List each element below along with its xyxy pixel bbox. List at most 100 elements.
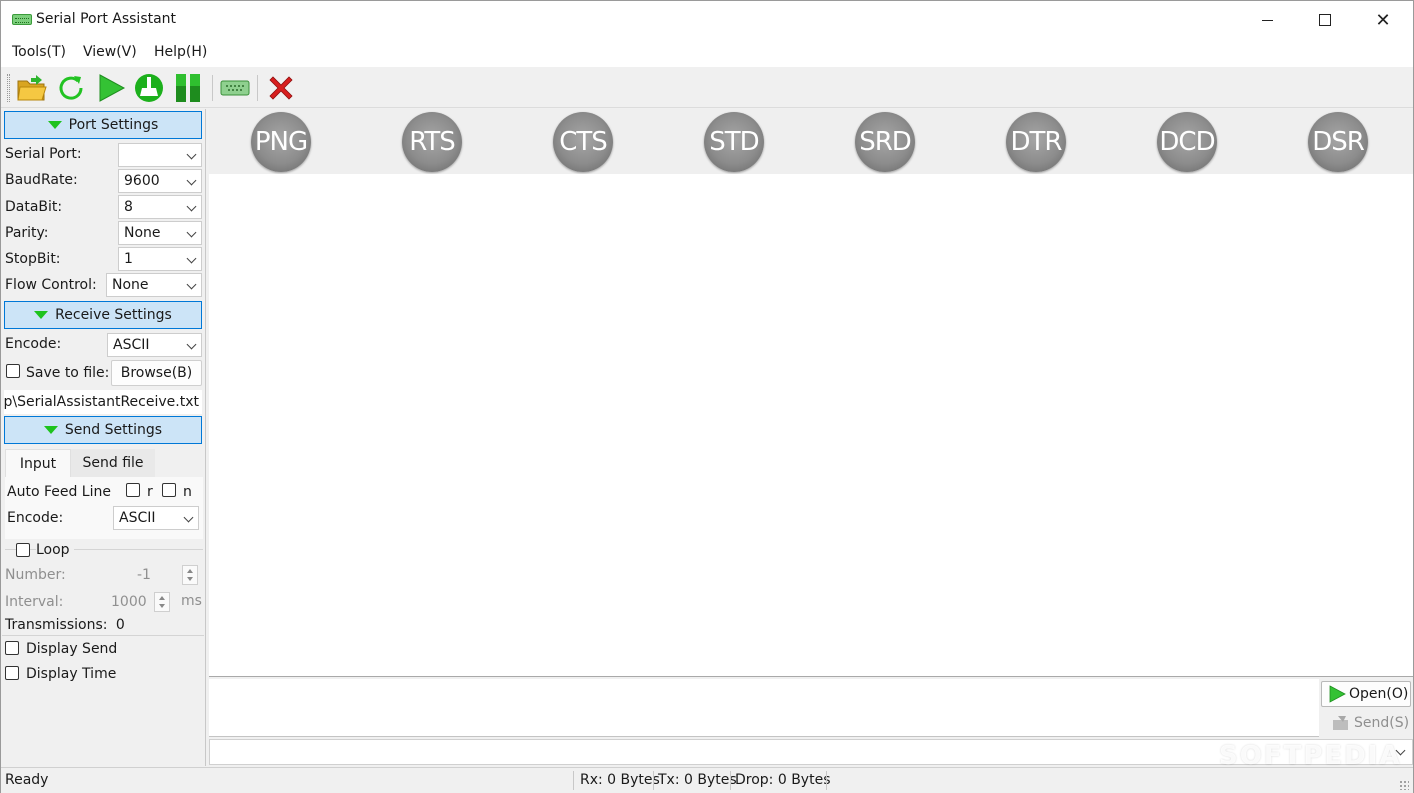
refresh-button[interactable] <box>54 71 88 105</box>
indicator-std: STD <box>704 112 764 172</box>
settings-panel: Port Settings Serial Port: BaudRate: 960… <box>2 109 206 766</box>
menu-tools[interactable]: Tools(T) <box>12 44 66 60</box>
spin-arrows-icon[interactable] <box>154 592 170 612</box>
toolbar <box>1 67 1413 108</box>
indicator-dsr: DSR <box>1308 112 1368 172</box>
port-settings-title: Port Settings <box>68 117 159 133</box>
data-bit-select[interactable]: 8 <box>118 195 202 219</box>
indicator-rts: RTS <box>402 112 462 172</box>
flow-control-select[interactable]: None <box>106 273 202 297</box>
expand-triangle-icon <box>43 426 58 434</box>
close-button[interactable]: ✕ <box>1354 1 1412 39</box>
rx-counter: Rx: 0 Bytes <box>580 772 660 788</box>
send-encode-value: ASCII <box>119 510 156 526</box>
input-tab-pane: Auto Feed Line r n Encode: ASCII <box>5 477 203 539</box>
send-button[interactable]: Send(S) <box>1321 710 1411 736</box>
serial-port-select[interactable] <box>118 143 202 167</box>
pause-icon <box>176 74 200 102</box>
data-bit-value: 8 <box>124 199 133 215</box>
status-separator <box>653 771 654 790</box>
status-separator <box>573 771 574 790</box>
feed-r-checkbox[interactable] <box>126 483 140 497</box>
send-encode-select[interactable]: ASCII <box>113 506 199 530</box>
interval-spinbox[interactable]: 1000 <box>109 592 173 614</box>
receive-settings-title: Receive Settings <box>55 307 172 323</box>
interval-label: Interval: <box>5 594 64 610</box>
pause-button[interactable] <box>171 71 205 105</box>
menu-bar: Tools(T) View(V) Help(H) <box>1 39 1413 67</box>
receive-text-area[interactable] <box>209 174 1413 677</box>
receive-settings-header[interactable]: Receive Settings <box>4 301 202 329</box>
send-settings-header[interactable]: Send Settings <box>4 416 202 444</box>
close-icon: ✕ <box>1375 9 1391 31</box>
receive-file-path-text: mp\SerialAssistantReceive.txt <box>4 394 199 410</box>
port-settings-header[interactable]: Port Settings <box>4 111 202 139</box>
serial-port-app-icon <box>12 14 32 25</box>
stop-bit-select[interactable]: 1 <box>118 247 202 271</box>
transmissions-label-text: Transmissions: <box>5 617 108 633</box>
send-icon <box>1333 716 1348 730</box>
save-to-file-checkbox[interactable] <box>6 364 20 378</box>
resize-grip-icon[interactable] <box>1399 780 1409 790</box>
display-send-checkbox[interactable] <box>5 641 19 655</box>
parity-select[interactable]: None <box>118 221 202 245</box>
action-buttons: Open(O) Send(S) <box>1319 679 1413 737</box>
tab-send-file[interactable]: Send file <box>71 449 155 477</box>
open-file-button[interactable] <box>15 71 49 105</box>
start-button[interactable] <box>94 71 128 105</box>
maximize-button[interactable] <box>1296 1 1354 39</box>
expand-triangle-icon <box>34 311 49 319</box>
feed-n-checkbox[interactable] <box>162 483 176 497</box>
save-to-file-label: Save to file: <box>26 365 110 381</box>
display-separator <box>2 635 204 636</box>
status-separator <box>826 771 827 790</box>
play-icon <box>1329 685 1346 703</box>
chevron-down-icon <box>186 253 197 264</box>
tab-input[interactable]: Input <box>5 449 71 477</box>
receive-encode-label: Encode: <box>5 336 62 352</box>
clear-button[interactable] <box>132 71 166 105</box>
receive-file-path[interactable]: mp\SerialAssistantReceive.txt <box>4 390 202 414</box>
baud-rate-value: 9600 <box>124 173 160 189</box>
toolbar-separator <box>257 75 258 101</box>
spin-arrows-icon[interactable] <box>182 565 198 585</box>
serial-port-label: Serial Port: <box>5 146 82 162</box>
indicator-dcd: DCD <box>1157 112 1217 172</box>
exit-button[interactable] <box>264 71 298 105</box>
loop-checkbox[interactable] <box>16 543 30 557</box>
parity-value: None <box>124 225 161 241</box>
serial-port-icon <box>220 80 250 96</box>
number-spinbox[interactable]: -1 <box>137 565 201 587</box>
number-label: Number: <box>5 567 66 583</box>
open-port-button[interactable]: Open(O) <box>1321 681 1411 707</box>
display-time-checkbox[interactable] <box>5 666 19 680</box>
stop-icon <box>269 76 293 100</box>
maximize-icon <box>1319 14 1331 26</box>
menu-help[interactable]: Help(H) <box>154 44 207 60</box>
toolbar-separator <box>212 75 213 101</box>
chevron-down-icon <box>186 201 197 212</box>
receive-encode-select[interactable]: ASCII <box>107 333 202 357</box>
send-label: Send(S) <box>1354 715 1410 731</box>
indicator-dtr: DTR <box>1006 112 1066 172</box>
chevron-down-icon <box>186 149 197 160</box>
drop-counter: Drop: 0 Bytes <box>735 772 831 788</box>
refresh-icon <box>59 76 83 100</box>
feed-n-label: n <box>183 484 192 500</box>
chevron-down-icon <box>186 227 197 238</box>
chevron-down-icon <box>186 279 197 290</box>
menu-view[interactable]: View(V) <box>83 44 137 60</box>
port-button[interactable] <box>218 71 252 105</box>
minimize-button[interactable] <box>1238 1 1296 39</box>
baud-rate-select[interactable]: 9600 <box>118 169 202 193</box>
receive-encode-value: ASCII <box>113 337 150 353</box>
send-text-area[interactable] <box>209 679 1319 737</box>
toolbar-grip <box>7 74 10 102</box>
transmissions-count: 0 <box>115 617 125 633</box>
interval-unit: ms <box>181 593 202 609</box>
browse-button[interactable]: Browse(B) <box>111 360 202 386</box>
chevron-down-icon <box>186 339 197 350</box>
transmissions-label: Transmissions: 0 <box>5 617 125 633</box>
status-bar: Ready Rx: 0 Bytes Tx: 0 Bytes Drop: 0 By… <box>1 767 1413 793</box>
stop-bit-value: 1 <box>124 251 133 267</box>
